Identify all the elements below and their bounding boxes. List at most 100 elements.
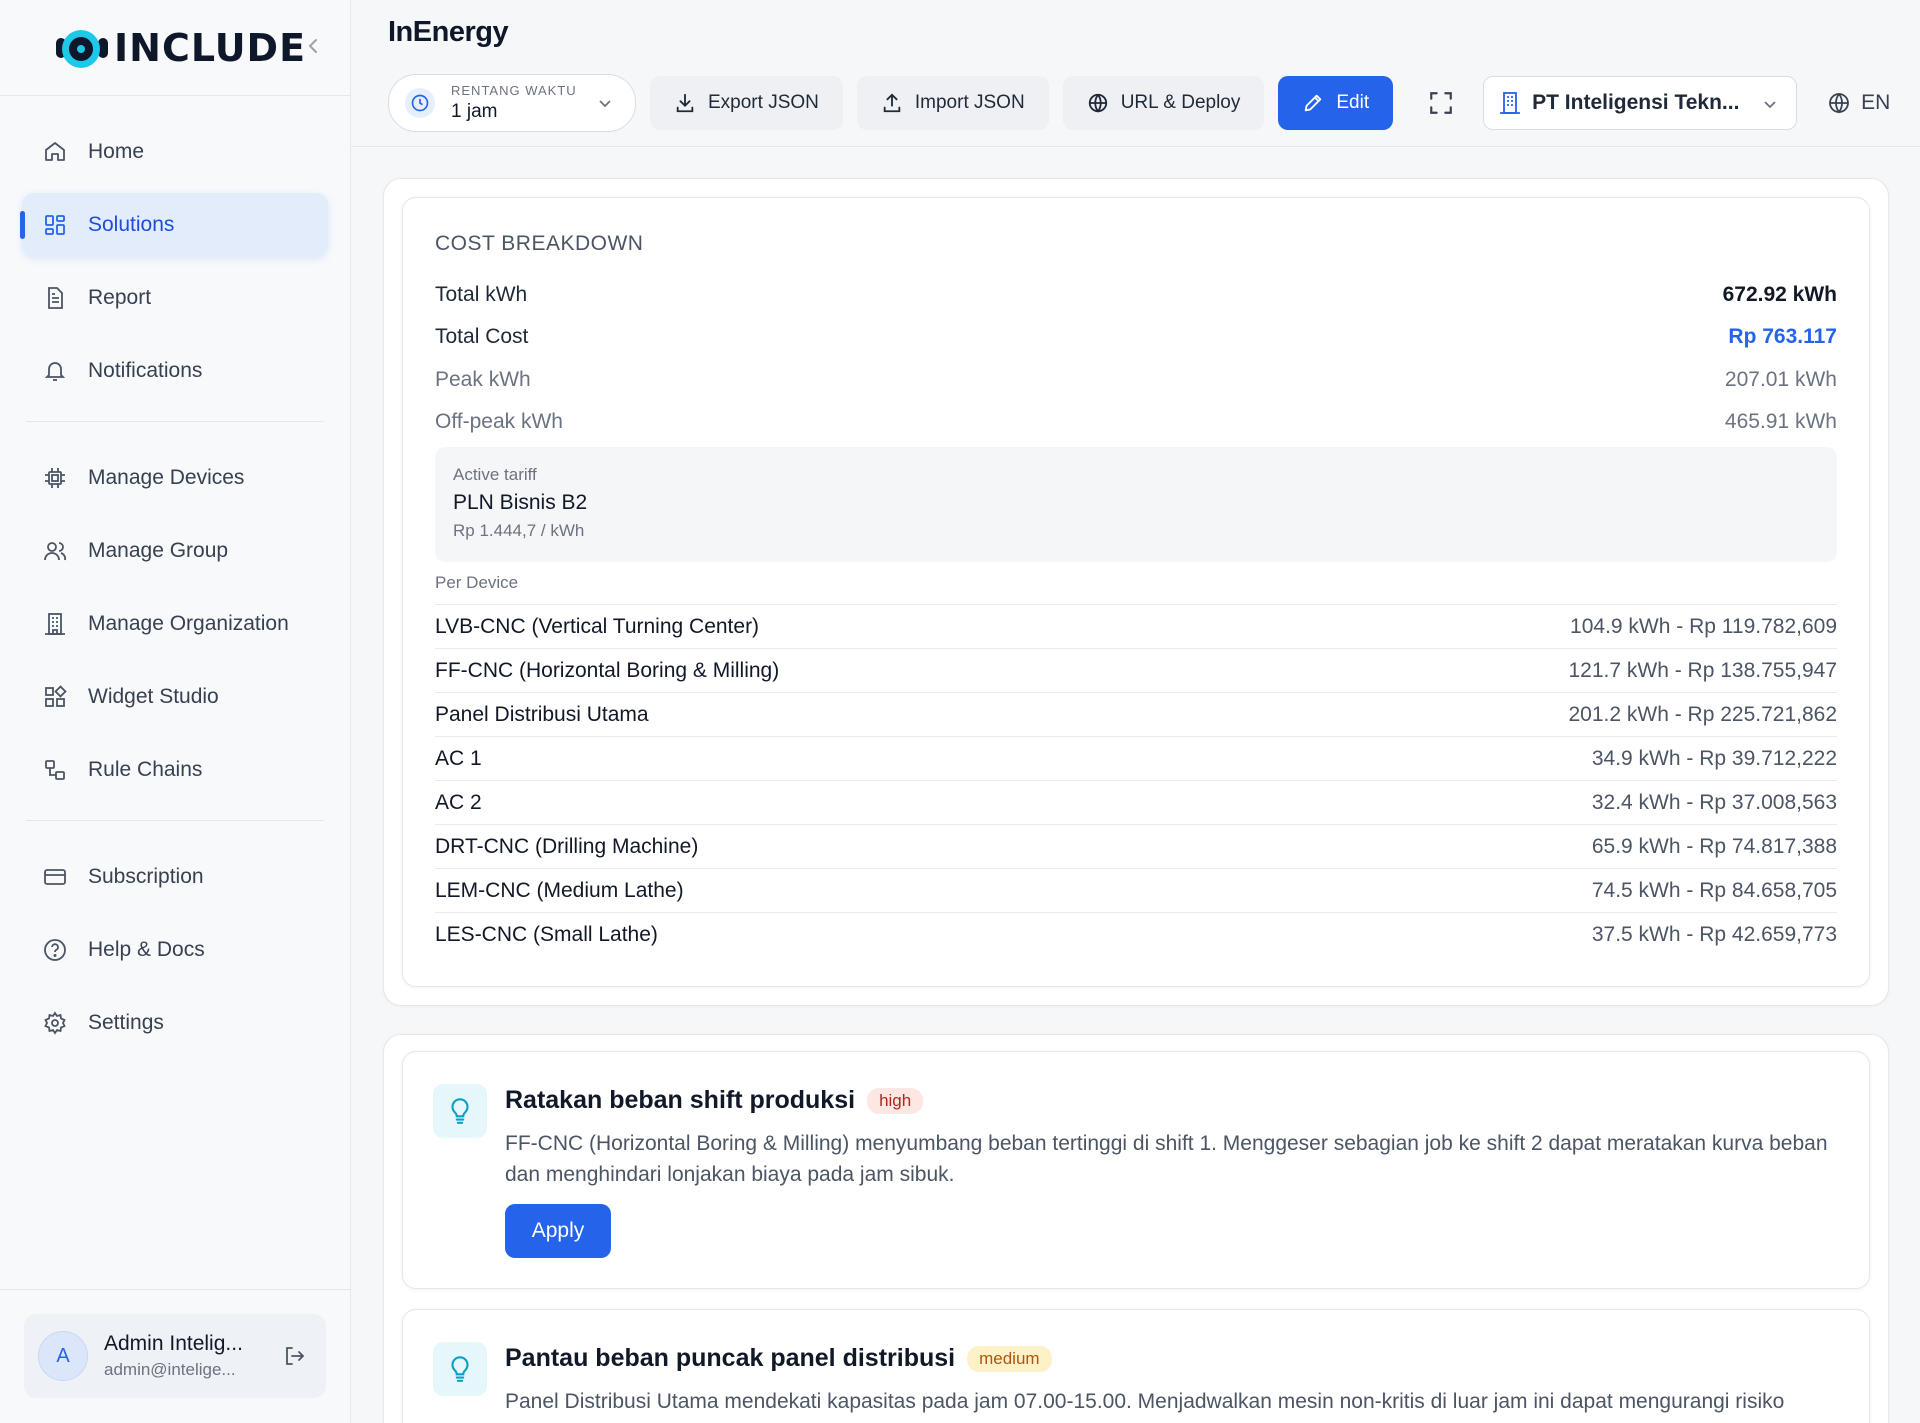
toolbar: RENTANG WAKTU 1 jam Export JSON Import J… — [388, 74, 1890, 132]
sidebar-item-notifications[interactable]: Notifications — [22, 339, 328, 403]
sidebar: INCLUDE Home Solutions Report Notificati… — [0, 0, 351, 1423]
sidebar-item-label: Widget Studio — [88, 685, 219, 708]
summary-row-total-cost: Total Cost Rp 763.117 — [435, 322, 1837, 352]
brand-header: INCLUDE — [0, 0, 350, 96]
summary-value: Rp 763.117 — [1728, 325, 1837, 348]
summary-row-peak-kwh: Peak kWh 207.01 kWh — [435, 365, 1837, 395]
summary-label: Total kWh — [435, 283, 528, 306]
export-json-button[interactable]: Export JSON — [650, 76, 843, 130]
sidebar-item-label: Home — [88, 140, 145, 163]
summary-value: 465.91 kWh — [1724, 410, 1837, 433]
device-value: 37.5 kWh - Rp 42.659,773 — [1591, 922, 1837, 946]
summary-label: Total Cost — [435, 325, 529, 348]
user-card[interactable]: A Admin Intelig... admin@intelige... — [24, 1314, 326, 1398]
device-value: 74.5 kWh - Rp 84.658,705 — [1591, 878, 1837, 902]
table-row: LVB-CNC (Vertical Turning Center) 104.9 … — [435, 604, 1837, 648]
summary-label: Off-peak kWh — [435, 410, 563, 433]
recommendation-title: Ratakan beban shift produksi high — [505, 1086, 924, 1115]
table-row: DRT-CNC (Drilling Machine) 65.9 kWh - Rp… — [435, 824, 1837, 868]
language-label: EN — [1861, 91, 1891, 114]
download-icon — [674, 92, 696, 114]
sidebar-nav: Home Solutions Report Notifications Mana… — [0, 96, 350, 1055]
sidebar-item-manage-devices[interactable]: Manage Devices — [22, 446, 328, 510]
user-name: Admin Intelig... — [104, 1332, 243, 1355]
lightbulb-icon — [433, 1084, 487, 1138]
device-name: LES-CNC (Small Lathe) — [435, 922, 658, 946]
device-name: AC 1 — [435, 746, 482, 770]
gear-icon — [42, 1010, 68, 1036]
sidebar-item-label: Rule Chains — [88, 758, 203, 781]
edit-label: Edit — [1336, 92, 1370, 113]
logout-icon[interactable] — [282, 1344, 306, 1373]
sidebar-item-home[interactable]: Home — [22, 120, 328, 184]
tariff-label: Active tariff — [453, 465, 537, 484]
active-tariff-box: Active tariff PLN Bisnis B2 Rp 1.444,7 /… — [435, 447, 1837, 562]
time-range-select[interactable]: RENTANG WAKTU 1 jam — [388, 74, 636, 132]
organization-name: PT Inteligensi Tekn... — [1532, 91, 1740, 114]
import-json-label: Import JSON — [914, 92, 1025, 113]
recommendations-panel: Ratakan beban shift produksi high FF-CNC… — [383, 1034, 1889, 1423]
chevron-down-icon — [597, 95, 613, 116]
sidebar-item-help-docs[interactable]: Help & Docs — [22, 918, 328, 982]
table-row: FF-CNC (Horizontal Boring & Milling) 121… — [435, 648, 1837, 692]
apply-button[interactable]: Apply — [505, 1204, 611, 1258]
priority-badge: medium — [967, 1345, 1052, 1372]
page-title: InEnergy — [388, 16, 509, 48]
sidebar-item-label: Settings — [88, 1011, 164, 1034]
import-json-button[interactable]: Import JSON — [856, 76, 1049, 130]
export-json-label: Export JSON — [708, 92, 819, 113]
sidebar-footer-divider — [0, 1289, 351, 1290]
recommendation-title-text: Ratakan beban shift produksi — [505, 1086, 856, 1114]
globe-icon — [1087, 92, 1109, 114]
device-value: 104.9 kWh - Rp 119.782,609 — [1570, 614, 1837, 638]
sidebar-item-label: Notifications — [88, 359, 203, 382]
device-value: 32.4 kWh - Rp 37.008,563 — [1591, 790, 1837, 814]
collapse-sidebar-icon[interactable] — [306, 36, 320, 62]
table-row: AC 2 32.4 kWh - Rp 37.008,563 — [435, 780, 1837, 824]
table-row: LEM-CNC (Medium Lathe) 74.5 kWh - Rp 84.… — [435, 868, 1837, 912]
summary-row-total-kwh: Total kWh 672.92 kWh — [435, 280, 1837, 310]
fullscreen-icon[interactable] — [1417, 76, 1465, 130]
avatar: A — [38, 1331, 88, 1381]
sidebar-item-subscription[interactable]: Subscription — [22, 845, 328, 909]
sidebar-item-label: Report — [88, 286, 152, 309]
lightbulb-icon — [433, 1342, 487, 1396]
sidebar-item-widget-studio[interactable]: Widget Studio — [22, 665, 328, 729]
sidebar-item-manage-group[interactable]: Manage Group — [22, 519, 328, 583]
language-switcher[interactable]: EN — [1827, 91, 1890, 115]
edit-button[interactable]: Edit — [1278, 76, 1394, 130]
device-name: Panel Distribusi Utama — [435, 702, 649, 726]
pencil-icon — [1302, 92, 1324, 114]
sidebar-item-manage-organization[interactable]: Manage Organization — [22, 592, 328, 656]
widgets-icon — [42, 684, 68, 710]
sidebar-item-report[interactable]: Report — [22, 266, 328, 330]
globe-icon — [1827, 91, 1851, 115]
url-deploy-button[interactable]: URL & Deploy — [1062, 76, 1265, 130]
device-name: LVB-CNC (Vertical Turning Center) — [435, 614, 760, 638]
device-value: 201.2 kWh - Rp 225.721,862 — [1568, 702, 1837, 726]
header-divider — [351, 146, 1920, 147]
help-icon — [42, 937, 68, 963]
sidebar-item-settings[interactable]: Settings — [22, 991, 328, 1055]
time-range-value: 1 jam — [451, 101, 498, 122]
brand-logo-icon — [56, 28, 108, 68]
time-range-label: RENTANG WAKTU — [451, 83, 577, 98]
device-name: FF-CNC (Horizontal Boring & Milling) — [435, 658, 780, 682]
summary-value: 672.92 kWh — [1722, 283, 1837, 306]
recommendation-card: Pantau beban puncak panel distribusi med… — [402, 1309, 1870, 1423]
device-value: 121.7 kWh - Rp 138.755,947 — [1568, 658, 1837, 682]
cost-breakdown-panel: COST BREAKDOWN Total kWh 672.92 kWh Tota… — [383, 178, 1889, 1006]
tariff-name: PLN Bisnis B2 — [453, 491, 588, 514]
table-row: AC 1 34.9 kWh - Rp 39.712,222 — [435, 736, 1837, 780]
organization-select[interactable]: PT Inteligensi Tekn... — [1483, 76, 1798, 130]
recommendation-description: FF-CNC (Horizontal Boring & Milling) men… — [505, 1132, 1828, 1186]
sidebar-item-label: Subscription — [88, 865, 204, 888]
grid-icon — [42, 212, 68, 238]
recommendation-title: Pantau beban puncak panel distribusi med… — [505, 1344, 1052, 1373]
sidebar-item-rule-chains[interactable]: Rule Chains — [22, 738, 328, 802]
device-name: DRT-CNC (Drilling Machine) — [435, 834, 699, 858]
device-name: AC 2 — [435, 790, 482, 814]
summary-value: 207.01 kWh — [1724, 368, 1837, 391]
sidebar-item-solutions[interactable]: Solutions — [20, 193, 328, 257]
building-icon — [1498, 91, 1522, 115]
